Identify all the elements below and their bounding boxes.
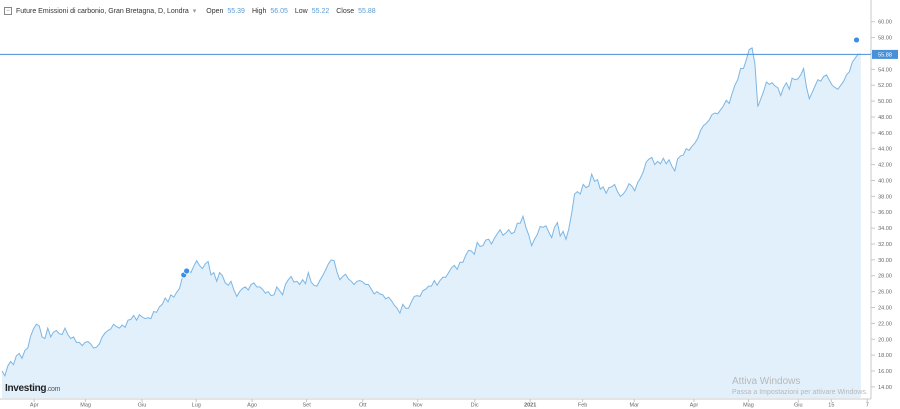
collapse-icon[interactable]: − bbox=[4, 7, 12, 15]
x-tick-label: Lug bbox=[192, 403, 201, 409]
price-area bbox=[1, 47, 861, 399]
y-tick-label: 22.00 bbox=[878, 321, 892, 327]
x-tick-label: Giu bbox=[794, 403, 803, 409]
instrument-title: Future Emissioni di carbonio, Gran Breta… bbox=[16, 7, 189, 15]
x-tick-label: Nov bbox=[413, 403, 423, 409]
y-tick-label: 54.00 bbox=[878, 67, 892, 73]
y-tick-label: 24.00 bbox=[878, 305, 892, 311]
event-marker bbox=[853, 36, 860, 44]
windows-watermark-text: Passa a Impostazioni per attivare Window… bbox=[732, 389, 868, 396]
y-tick-label: 18.00 bbox=[878, 353, 892, 359]
close-label: Close bbox=[336, 7, 355, 15]
x-tick-label: Mag bbox=[743, 403, 754, 409]
y-tick-label: 58.00 bbox=[878, 36, 892, 42]
close-value: 55.88 bbox=[358, 7, 376, 15]
event-marker bbox=[183, 267, 191, 275]
x-tick-label: Ago bbox=[247, 403, 257, 409]
x-tick-label: Dic bbox=[471, 403, 479, 409]
dropdown-caret-icon[interactable]: ▾ bbox=[193, 7, 197, 15]
y-tick-label: 36.00 bbox=[878, 210, 892, 216]
high-label: High bbox=[251, 7, 267, 15]
y-tick-label: 30.00 bbox=[878, 258, 892, 264]
y-tick-label: 26.00 bbox=[878, 290, 892, 296]
last-price-label: 55.88 bbox=[878, 52, 892, 58]
x-tick-label: 7 bbox=[866, 403, 869, 409]
logo-main: Investing bbox=[5, 383, 47, 394]
y-tick-label: 20.00 bbox=[878, 337, 892, 343]
x-tick-label: Apr bbox=[30, 403, 39, 409]
y-tick-label: 28.00 bbox=[878, 274, 892, 280]
y-tick-label: 52.00 bbox=[878, 83, 892, 89]
high-value: 56.05 bbox=[270, 7, 288, 15]
open-label: Open bbox=[206, 7, 224, 15]
y-tick-label: 42.00 bbox=[878, 163, 892, 169]
y-tick-label: 46.00 bbox=[878, 131, 892, 137]
y-tick-label: 38.00 bbox=[878, 194, 892, 200]
windows-watermark-title: Attiva Windows bbox=[732, 376, 801, 387]
investing-logo: Investing.com bbox=[5, 383, 60, 394]
y-tick-label: 44.00 bbox=[878, 147, 892, 153]
y-tick-label: 48.00 bbox=[878, 115, 892, 121]
x-tick-label: Apr bbox=[690, 403, 699, 409]
y-tick-label: 50.00 bbox=[878, 99, 892, 105]
x-tick-label: Mar bbox=[630, 403, 640, 409]
x-tick-label: 2021 bbox=[524, 403, 536, 409]
open-value: 55.39 bbox=[227, 7, 245, 15]
low-label: Low bbox=[294, 7, 308, 15]
low-value: 55.22 bbox=[311, 7, 330, 15]
x-tick-label: Ott bbox=[359, 403, 367, 409]
x-tick-label: Feb bbox=[578, 403, 587, 409]
y-tick-label: 32.00 bbox=[878, 242, 892, 248]
y-tick-label: 60.00 bbox=[878, 20, 892, 26]
y-tick-label: 16.00 bbox=[878, 369, 892, 375]
logo-suffix: .com bbox=[46, 386, 61, 393]
x-tick-label: Set bbox=[302, 403, 311, 409]
y-tick-label: 34.00 bbox=[878, 226, 892, 232]
x-tick-label: Giu bbox=[138, 403, 147, 409]
price-area-fill bbox=[2, 47, 861, 399]
y-tick-label: 40.00 bbox=[878, 178, 892, 184]
chart-header: − Future Emissioni di carbonio, Gran Bre… bbox=[4, 5, 376, 17]
y-tick-label: 14.00 bbox=[878, 385, 892, 391]
price-chart[interactable]: 14.00 16.00 18.00 20.00 22.00 24.00 26.00 28.00… bbox=[0, 0, 900, 409]
x-tick-label: 15 bbox=[828, 403, 834, 409]
x-tick-label: Mag bbox=[80, 403, 91, 409]
